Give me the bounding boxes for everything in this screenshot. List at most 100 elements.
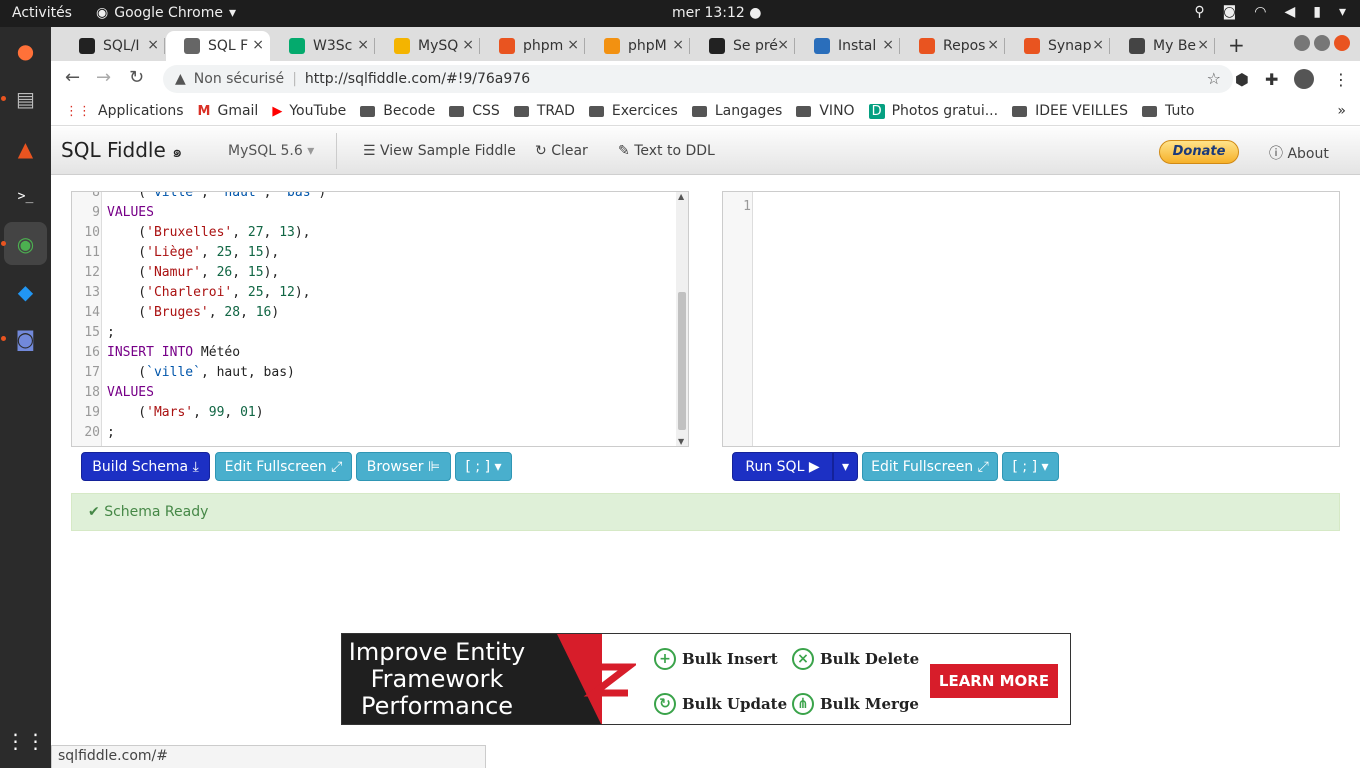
bookmark-12[interactable]: Tuto (1142, 103, 1194, 119)
files-icon[interactable]: ▤ (4, 77, 47, 120)
power-menu-icon[interactable]: ▾ (1339, 4, 1346, 20)
query-editor[interactable]: 1 (722, 191, 1340, 447)
wifi-icon[interactable]: ◠ (1254, 4, 1266, 20)
tab-close-icon[interactable]: × (567, 37, 579, 53)
activities-button[interactable]: Activités (12, 5, 72, 21)
bookmark-4[interactable]: Becode (360, 103, 435, 119)
bookmark-11[interactable]: IDEE VEILLES (1012, 103, 1128, 119)
code-line[interactable]: 9 VALUES (72, 203, 688, 223)
tab-close-icon[interactable]: × (1197, 37, 1209, 53)
schema-edit-fullscreen-button[interactable]: Edit Fullscreen ⤢ (215, 452, 352, 481)
bookmark-9[interactable]: VINO (796, 103, 855, 119)
browser-button[interactable]: Browser ⊫ (356, 452, 451, 481)
volume-icon[interactable]: ◀ (1284, 4, 1295, 20)
schema-delimiter-button[interactable]: [ ; ] ▾ (455, 452, 512, 481)
tab-close-icon[interactable]: × (777, 37, 789, 53)
scroll-thumb[interactable] (678, 292, 686, 430)
bookmark-1[interactable]: ⋮⋮ Applications (65, 103, 184, 119)
code-line[interactable]: 15; (72, 323, 688, 343)
profile-avatar[interactable] (1294, 69, 1314, 89)
database-select[interactable]: MySQL 5.6 ▾ (228, 143, 314, 159)
code-line[interactable]: 11 ('Liège', 25, 15), (72, 243, 688, 263)
network-icon[interactable]: ⚲ (1194, 4, 1204, 20)
code-line[interactable]: 20; (72, 423, 688, 443)
code-line[interactable]: 13 ('Charleroi', 25, 12), (72, 283, 688, 303)
tab-close-icon[interactable]: × (1092, 37, 1104, 53)
ad-banner[interactable]: Improve Entity Framework Performance + Bu… (341, 633, 1071, 725)
show-apps-icon[interactable]: ⋮⋮ (4, 719, 47, 762)
tab-close-icon[interactable]: × (147, 37, 159, 53)
software-center-icon[interactable]: ▲ (4, 127, 47, 170)
tab-1[interactable]: SQL/I × (61, 31, 165, 61)
code-line[interactable]: 16 INSERT INTO Météo (72, 343, 688, 363)
discord-icon[interactable]: ◙ (4, 317, 47, 360)
tab-close-icon[interactable]: × (462, 37, 474, 53)
forward-icon[interactable]: → (96, 67, 111, 88)
tab-10[interactable]: Synap × (1006, 31, 1110, 61)
bookmark-7[interactable]: Exercices (588, 103, 678, 119)
build-schema-button[interactable]: Build Schema ⤓ (81, 452, 210, 481)
chrome-dock-icon[interactable]: ◉ (4, 222, 47, 265)
tab-2[interactable]: SQL F × (166, 31, 270, 61)
bookmark-3[interactable]: ▶ YouTube (272, 103, 346, 119)
donate-button[interactable]: Donate (1159, 140, 1239, 164)
code-line[interactable]: 1 (723, 197, 1339, 217)
firefox-icon[interactable]: ● (4, 29, 47, 72)
bookmark-10[interactable]: D Photos gratui... (868, 103, 998, 119)
about-link[interactable]: ⓘ About (1269, 143, 1329, 163)
bookmarks-overflow-icon[interactable]: » (1337, 103, 1346, 119)
tab-7[interactable]: Se pré × (691, 31, 795, 61)
vscode-icon[interactable]: ◆ (4, 270, 47, 313)
bookmark-8[interactable]: Langages (691, 103, 782, 119)
extension-shield-icon[interactable]: ⬢ (1235, 70, 1249, 89)
warning-icon[interactable]: ▲ (175, 71, 186, 87)
run-sql-button[interactable]: Run SQL ▶ (732, 452, 833, 481)
clear-link[interactable]: ↻ Clear (535, 143, 588, 159)
address-bar[interactable]: ▲ Non sécurisé | http://sqlfiddle.com/#!… (163, 65, 1233, 93)
schema-editor[interactable]: 8 (`ville`, `haut`, `bas`) 9 VALUES 10 ('Br… (71, 191, 689, 447)
code-line[interactable]: 12 ('Namur', 26, 15), (72, 263, 688, 283)
tab-5[interactable]: phpm × (481, 31, 585, 61)
tab-8[interactable]: Instal × (796, 31, 900, 61)
query-edit-fullscreen-button[interactable]: Edit Fullscreen ⤢ (862, 452, 998, 481)
code-line[interactable]: 10 ('Bruxelles', 27, 13), (72, 223, 688, 243)
brand-logo[interactable]: SQL Fiddle ๑ (61, 138, 182, 165)
maximize-button[interactable] (1314, 35, 1330, 51)
app-menu[interactable]: ◉ Google Chrome ▾ (96, 5, 236, 21)
bookmark-2[interactable]: M Gmail (198, 103, 259, 119)
view-sample-fiddle-link[interactable]: ☰ View Sample Fiddle (363, 143, 516, 159)
back-icon[interactable]: ← (65, 67, 80, 88)
scroll-up-icon[interactable]: ▲ (678, 192, 684, 201)
tab-6[interactable]: phpM × (586, 31, 690, 61)
battery-icon[interactable]: ▮ (1313, 4, 1321, 20)
schema-scrollbar[interactable]: ▲ ▼ (676, 192, 688, 446)
reload-icon[interactable]: ↻ (129, 67, 144, 88)
bookmark-6[interactable]: TRAD (513, 103, 575, 119)
text-to-ddl-link[interactable]: ✎ Text to DDL (618, 143, 715, 159)
security-label[interactable]: Non sécurisé (194, 71, 284, 87)
url-text[interactable]: http://sqlfiddle.com/#!9/76a976 (305, 71, 530, 87)
query-delimiter-button[interactable]: [ ; ] ▾ (1002, 452, 1059, 481)
scroll-down-icon[interactable]: ▼ (678, 437, 684, 446)
code-line[interactable]: 17 (`ville`, haut, bas) (72, 363, 688, 383)
clock[interactable]: mer 13:12 ● (672, 5, 761, 21)
tab-close-icon[interactable]: × (252, 37, 264, 53)
tab-4[interactable]: MySQ × (376, 31, 480, 61)
code-line[interactable]: 19 ('Mars', 99, 01) (72, 403, 688, 423)
chrome-menu-icon[interactable]: ⋮ (1333, 70, 1349, 89)
bookmark-5[interactable]: CSS (449, 103, 500, 119)
extensions-puzzle-icon[interactable]: ✚ (1265, 70, 1278, 89)
system-tray[interactable]: ⚲ ◙ ◠ ◀ ▮ ▾ (1194, 4, 1346, 20)
window-close-button[interactable] (1334, 35, 1350, 51)
tab-9[interactable]: Repos × (901, 31, 1005, 61)
tab-close-icon[interactable]: × (882, 37, 894, 53)
tab-close-icon[interactable]: × (672, 37, 684, 53)
learn-more-button[interactable]: LEARN MORE (930, 664, 1058, 698)
bookmark-star-icon[interactable]: ☆ (1207, 69, 1221, 88)
run-sql-options-button[interactable]: ▾ (833, 452, 858, 481)
tab-close-icon[interactable]: × (987, 37, 999, 53)
terminal-icon[interactable]: >_ (4, 175, 47, 218)
code-line[interactable]: 14 ('Bruges', 28, 16) (72, 303, 688, 323)
code-line[interactable]: 8 (`ville`, `haut`, `bas`) (72, 192, 688, 203)
code-line[interactable]: 18 VALUES (72, 383, 688, 403)
